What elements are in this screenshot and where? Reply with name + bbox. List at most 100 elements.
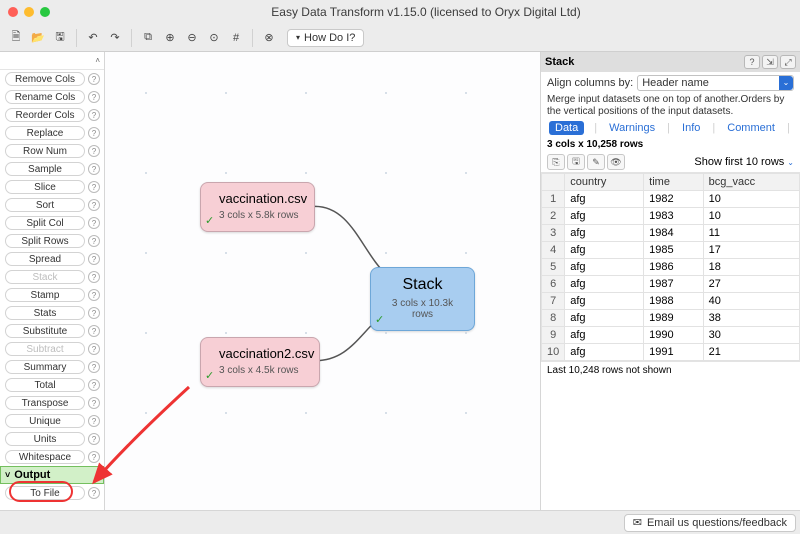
help-icon[interactable]: ? bbox=[88, 307, 100, 319]
table-row[interactable]: 6afg198727 bbox=[542, 276, 800, 293]
help-icon[interactable]: ? bbox=[88, 181, 100, 193]
copy-icon[interactable]: ⧉ bbox=[138, 28, 158, 48]
open-folder-icon[interactable]: 📂 bbox=[28, 28, 48, 48]
save-icon[interactable]: 🖫 bbox=[50, 28, 70, 48]
node-vaccination2-csv[interactable]: vaccination2.csv 3 cols x 4.5k rows ✓ bbox=[200, 337, 320, 387]
sidebar-item-whitespace[interactable]: Whitespace? bbox=[0, 448, 104, 466]
node-title: vaccination2.csv bbox=[219, 346, 309, 361]
sidebar-item-rename-cols[interactable]: Rename Cols? bbox=[0, 88, 104, 106]
help-icon[interactable]: ? bbox=[88, 451, 100, 463]
undo-icon[interactable]: ↶ bbox=[83, 28, 103, 48]
sidebar-item-split-rows[interactable]: Split Rows? bbox=[0, 232, 104, 250]
help-icon[interactable]: ? bbox=[88, 379, 100, 391]
zoom-fit-icon[interactable]: ⊙ bbox=[204, 28, 224, 48]
copy-table-icon[interactable]: ⎘ bbox=[547, 154, 565, 170]
tab-comment[interactable]: Comment bbox=[725, 122, 777, 134]
sidebar-item-to-file[interactable]: To File? bbox=[0, 484, 104, 502]
redo-icon[interactable]: ↷ bbox=[105, 28, 125, 48]
email-feedback-button[interactable]: ✉ Email us questions/feedback bbox=[624, 514, 796, 532]
table-row[interactable]: 1afg198210 bbox=[542, 191, 800, 208]
canvas[interactable]: vaccination.csv 3 cols x 5.8k rows ✓ vac… bbox=[105, 52, 540, 510]
sidebar-item-row-num[interactable]: Row Num? bbox=[0, 142, 104, 160]
help-icon[interactable]: ? bbox=[744, 55, 760, 69]
properties-panel: Stack ? ⇲ ⤢ Align columns by: Header nam… bbox=[540, 52, 800, 510]
help-icon[interactable]: ? bbox=[88, 91, 100, 103]
sidebar-item-slice[interactable]: Slice? bbox=[0, 178, 104, 196]
sidebar-item-substitute[interactable]: Substitute? bbox=[0, 322, 104, 340]
table-row[interactable]: 2afg198310 bbox=[542, 208, 800, 225]
node-stack[interactable]: Stack 3 cols x 10.3k rows ✓ bbox=[370, 267, 475, 331]
help-icon[interactable]: ? bbox=[88, 433, 100, 445]
zoom-window-button[interactable] bbox=[40, 7, 50, 17]
show-first-rows-select[interactable]: Show first 10 rows ⌄ bbox=[694, 156, 794, 168]
help-icon[interactable]: ? bbox=[88, 73, 100, 85]
sidebar-item-summary[interactable]: Summary? bbox=[0, 358, 104, 376]
help-icon[interactable]: ? bbox=[88, 163, 100, 175]
tab-info[interactable]: Info bbox=[680, 122, 702, 134]
sidebar-item-label: Stats bbox=[5, 306, 85, 320]
sidebar-item-stats[interactable]: Stats? bbox=[0, 304, 104, 322]
help-icon[interactable]: ? bbox=[88, 127, 100, 139]
table-column-header[interactable]: time bbox=[644, 174, 703, 191]
sidebar-item-stack[interactable]: Stack? bbox=[0, 268, 104, 286]
sidebar-item-subtract[interactable]: Subtract? bbox=[0, 340, 104, 358]
sidebar-item-stamp[interactable]: Stamp? bbox=[0, 286, 104, 304]
how-do-i-button[interactable]: ▾ How Do I? bbox=[287, 29, 364, 47]
zoom-out-icon[interactable]: ⊖ bbox=[182, 28, 202, 48]
edit-icon[interactable]: ✎ bbox=[587, 154, 605, 170]
help-icon[interactable]: ? bbox=[88, 343, 100, 355]
eye-icon[interactable]: 👁 bbox=[607, 154, 625, 170]
table-column-header[interactable]: country bbox=[565, 174, 644, 191]
table-row[interactable]: 9afg199030 bbox=[542, 327, 800, 344]
expand-icon[interactable]: ⤢ bbox=[780, 55, 796, 69]
table-row[interactable]: 4afg198517 bbox=[542, 242, 800, 259]
sidebar-item-remove-cols[interactable]: Remove Cols? bbox=[0, 70, 104, 88]
link-icon[interactable]: ⇲ bbox=[762, 55, 778, 69]
close-window-button[interactable] bbox=[8, 7, 18, 17]
node-title: vaccination.csv bbox=[219, 191, 304, 206]
help-icon[interactable]: ? bbox=[88, 217, 100, 229]
sidebar-item-sample[interactable]: Sample? bbox=[0, 160, 104, 178]
table-row[interactable]: 7afg198840 bbox=[542, 293, 800, 310]
align-columns-select[interactable]: Header name ⌄ bbox=[637, 75, 794, 91]
help-icon[interactable]: ? bbox=[88, 361, 100, 373]
minimize-window-button[interactable] bbox=[24, 7, 34, 17]
table-row[interactable]: 5afg198618 bbox=[542, 259, 800, 276]
help-icon[interactable]: ? bbox=[88, 109, 100, 121]
row-count: 3 cols x 10,258 rows bbox=[541, 137, 800, 152]
collapse-up-icon[interactable]: ˄ bbox=[95, 56, 100, 65]
help-icon[interactable]: ? bbox=[88, 397, 100, 409]
table-row[interactable]: 10afg199121 bbox=[542, 344, 800, 361]
sidebar-item-transpose[interactable]: Transpose? bbox=[0, 394, 104, 412]
help-icon[interactable]: ? bbox=[88, 487, 100, 499]
new-file-icon[interactable]: 🗎 bbox=[6, 28, 26, 48]
node-vaccination-csv[interactable]: vaccination.csv 3 cols x 5.8k rows ✓ bbox=[200, 182, 315, 232]
table-row[interactable]: 3afg198411 bbox=[542, 225, 800, 242]
sidebar-item-replace[interactable]: Replace? bbox=[0, 124, 104, 142]
help-icon[interactable]: ? bbox=[88, 235, 100, 247]
help-icon[interactable]: ? bbox=[88, 253, 100, 265]
table-column-header[interactable]: bcg_vacc bbox=[703, 174, 799, 191]
sidebar-item-reorder-cols[interactable]: Reorder Cols? bbox=[0, 106, 104, 124]
sidebar-item-split-col[interactable]: Split Col? bbox=[0, 214, 104, 232]
help-icon[interactable]: ? bbox=[88, 271, 100, 283]
tab-warnings[interactable]: Warnings bbox=[607, 122, 657, 134]
grid-icon[interactable]: # bbox=[226, 28, 246, 48]
sidebar-item-spread[interactable]: Spread? bbox=[0, 250, 104, 268]
cancel-icon[interactable]: ⊗ bbox=[259, 28, 279, 48]
sidebar-item-total[interactable]: Total? bbox=[0, 376, 104, 394]
help-icon[interactable]: ? bbox=[88, 415, 100, 427]
tab-data[interactable]: Data bbox=[549, 121, 584, 135]
sidebar-item-label: Units bbox=[5, 432, 85, 446]
zoom-in-icon[interactable]: ⊕ bbox=[160, 28, 180, 48]
help-icon[interactable]: ? bbox=[88, 145, 100, 157]
sidebar-item-unique[interactable]: Unique? bbox=[0, 412, 104, 430]
sidebar-item-units[interactable]: Units? bbox=[0, 430, 104, 448]
help-icon[interactable]: ? bbox=[88, 325, 100, 337]
sidebar-item-sort[interactable]: Sort? bbox=[0, 196, 104, 214]
table-row[interactable]: 8afg198938 bbox=[542, 310, 800, 327]
export-icon[interactable]: 🖫 bbox=[567, 154, 585, 170]
sidebar-header-output[interactable]: ˅Output bbox=[0, 466, 104, 484]
help-icon[interactable]: ? bbox=[88, 199, 100, 211]
help-icon[interactable]: ? bbox=[88, 289, 100, 301]
